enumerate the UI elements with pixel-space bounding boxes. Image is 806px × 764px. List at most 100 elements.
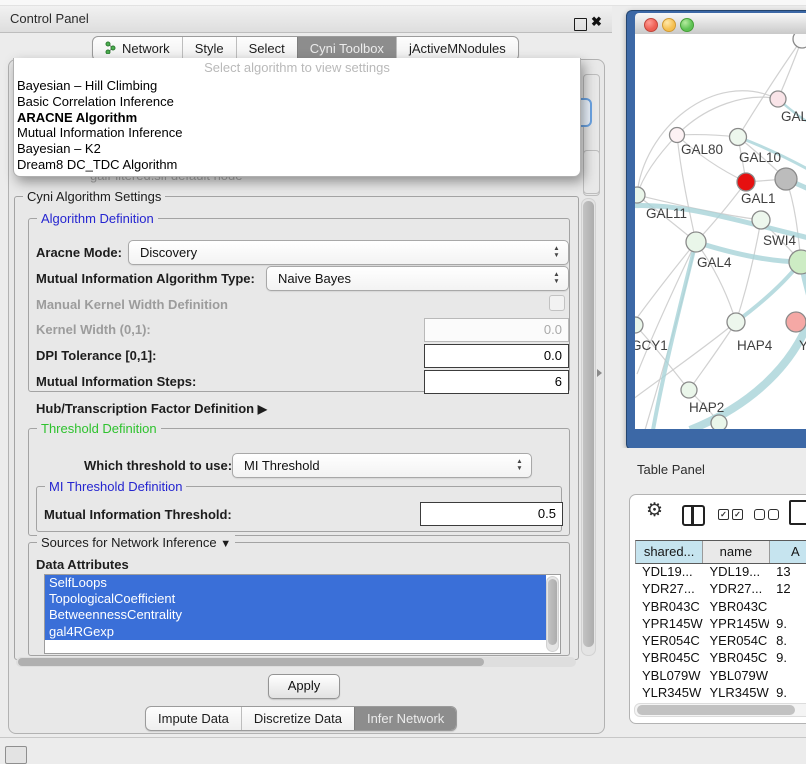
node-gal10[interactable] — [730, 129, 747, 146]
tab-style[interactable]: Style — [182, 37, 236, 60]
table-hscrollbar[interactable] — [634, 703, 806, 717]
select-all-checkbox-icon-2[interactable]: ✓ — [732, 509, 743, 520]
close-icon[interactable]: ✖ — [591, 14, 602, 30]
network-canvas[interactable]: GALGAL80GAL10GAL1GAL11SWI4GAL4GCY1HAP4YH… — [635, 34, 806, 429]
column-header-a[interactable]: A — [770, 541, 806, 563]
kernel-width-field[interactable]: 0.0 — [424, 318, 569, 342]
table-cell: YDL19... — [635, 563, 703, 580]
node-gal80[interactable] — [670, 128, 685, 143]
column-header-name[interactable]: name — [703, 541, 769, 563]
dpi-tolerance-field[interactable]: 0.0 — [424, 344, 569, 368]
list-vscrollbar-thumb[interactable] — [548, 579, 557, 645]
network-edge — [786, 179, 801, 262]
manual-kernel-label: Manual Kernel Width Definition — [36, 297, 228, 312]
tab-select[interactable]: Select — [236, 37, 297, 60]
table-row[interactable]: YLR345WYLR345W9. — [635, 684, 806, 701]
node-pink-right-label: Y — [799, 338, 806, 353]
node-gal11[interactable] — [635, 187, 645, 203]
table-row[interactable]: YDL19...YDL19...13 — [635, 563, 806, 580]
divider-handle[interactable] — [597, 369, 602, 377]
columns-icon[interactable] — [682, 505, 705, 526]
table-cell: YLR345W — [635, 684, 703, 701]
mi-type-combo[interactable]: Naive Bayes ▲▼ — [266, 266, 569, 291]
apply-button[interactable]: Apply — [268, 674, 340, 699]
hub-definition-label: Hub/Transcription Factor Definition — [36, 401, 254, 416]
table-row[interactable]: YPR145WYPR145W9. — [635, 615, 806, 632]
table-hscrollbar-thumb[interactable] — [637, 705, 795, 715]
tab-discretize-data[interactable]: Discretize Data — [241, 707, 354, 730]
table-row[interactable]: YER054CYER054C8. — [635, 632, 806, 649]
select-all-checkbox-icon[interactable]: ✓ — [718, 509, 729, 520]
expand-arrow-icon: ▶ — [258, 402, 267, 416]
kernel-width-label: Kernel Width (0,1): — [36, 322, 151, 337]
node-bottom-partial[interactable] — [711, 415, 727, 429]
manual-kernel-checkbox[interactable] — [549, 295, 565, 311]
mi-steps-field[interactable]: 6 — [424, 370, 569, 394]
node-hap4[interactable] — [727, 313, 745, 331]
settings-hscrollbar-thumb[interactable] — [18, 658, 484, 666]
aracne-mode-value: Discovery — [140, 245, 197, 260]
zoom-traffic-light[interactable] — [680, 18, 694, 32]
data-attributes-label: Data Attributes — [36, 557, 129, 572]
algorithm-option-bayesian-hill-climbing[interactable]: Bayesian – Hill Climbing — [14, 78, 580, 94]
list-vscrollbar[interactable] — [546, 576, 559, 652]
aracne-mode-combo[interactable]: Discovery ▲▼ — [128, 240, 569, 265]
control-panel-title: Control Panel — [10, 11, 89, 26]
node-gal4[interactable] — [686, 232, 706, 252]
tab-cyni-toolbox[interactable]: Cyni Toolbox — [297, 37, 396, 60]
table-row[interactable]: YIL052CYIL052C9 — [635, 701, 806, 702]
sources-title[interactable]: Sources for Network Inference ▼ — [37, 535, 235, 550]
column-header-shared[interactable]: shared... — [636, 541, 703, 563]
node-top-partial[interactable] — [793, 34, 806, 48]
hub-definition-toggle[interactable]: Hub/Transcription Factor Definition ▶ — [36, 401, 267, 416]
algorithm-option-aracne-algorithm[interactable]: ARACNE Algorithm — [14, 110, 580, 126]
node-gal1[interactable] — [737, 173, 755, 191]
table-row[interactable]: YBL079WYBL079W — [635, 667, 806, 684]
node-swi4-small[interactable] — [752, 211, 770, 229]
tab-network[interactable]: Network — [93, 37, 182, 60]
table-cell: 9. — [769, 649, 806, 666]
node-hap2[interactable] — [681, 382, 697, 398]
mi-threshold-field[interactable]: 0.5 — [420, 502, 563, 526]
gear-icon[interactable]: ⚙ — [646, 499, 663, 522]
tab-jactivemnodules[interactable]: jActiveMNodules — [396, 37, 518, 60]
settings-vscrollbar[interactable] — [581, 198, 596, 656]
algorithm-option-dream8-dc-tdc-algorithm[interactable]: Dream8 DC_TDC Algorithm — [14, 157, 580, 173]
tab-infer-network[interactable]: Infer Network — [354, 707, 456, 730]
settings-hscrollbar[interactable] — [16, 657, 576, 667]
node-gcy1[interactable] — [635, 317, 643, 333]
attribute-item-topologicalcoefficient[interactable]: TopologicalCoefficient — [45, 591, 546, 607]
node-hap2-label: HAP2 — [689, 400, 724, 415]
table-row[interactable]: YBR045CYBR045C9. — [635, 649, 806, 666]
tab-impute-data[interactable]: Impute Data — [146, 707, 241, 730]
attribute-item-betweennesscentrality[interactable]: BetweennessCentrality — [45, 607, 546, 623]
corner-widget-icon[interactable] — [5, 746, 27, 764]
network-window-titlebar[interactable] — [635, 13, 806, 35]
node-gray[interactable] — [775, 168, 797, 190]
close-traffic-light[interactable] — [644, 18, 658, 32]
table-panel-titlebar: Table Panel — [612, 448, 806, 488]
network-icon — [105, 41, 117, 57]
table-row[interactable]: YDR27...YDR27...12 — [635, 580, 806, 597]
table-panel-title: Table Panel — [637, 462, 705, 477]
table-row[interactable]: YBR043CYBR043C — [635, 598, 806, 615]
mi-type-label: Mutual Information Algorithm Type: — [36, 271, 255, 286]
float-window-icon[interactable] — [574, 18, 587, 31]
node-gal-pink[interactable] — [770, 91, 786, 107]
threshold-definition-title: Threshold Definition — [37, 421, 161, 436]
node-pink-right[interactable] — [786, 312, 806, 332]
attribute-item-selfloops[interactable]: SelfLoops — [45, 575, 546, 591]
stepper-icon: ▲▼ — [552, 245, 561, 259]
deselect-checkbox-icon-2[interactable] — [768, 509, 779, 520]
minimize-traffic-light[interactable] — [662, 18, 676, 32]
algorithm-option-mutual-information-inference[interactable]: Mutual Information Inference — [14, 125, 580, 141]
node-swi4-green[interactable] — [789, 250, 806, 274]
algorithm-option-bayesian-k2[interactable]: Bayesian – K2 — [14, 141, 580, 157]
which-threshold-combo[interactable]: MI Threshold ▲▼ — [232, 453, 532, 478]
settings-vscrollbar-thumb[interactable] — [583, 201, 594, 647]
algorithm-option-basic-correlation-inference[interactable]: Basic Correlation Inference — [14, 94, 580, 110]
export-table-icon[interactable] — [789, 500, 806, 525]
deselect-checkbox-icon[interactable] — [754, 509, 765, 520]
which-threshold-label: Which threshold to use: — [84, 458, 232, 473]
attribute-item-gal4rgexp[interactable]: gal4RGexp — [45, 624, 546, 640]
